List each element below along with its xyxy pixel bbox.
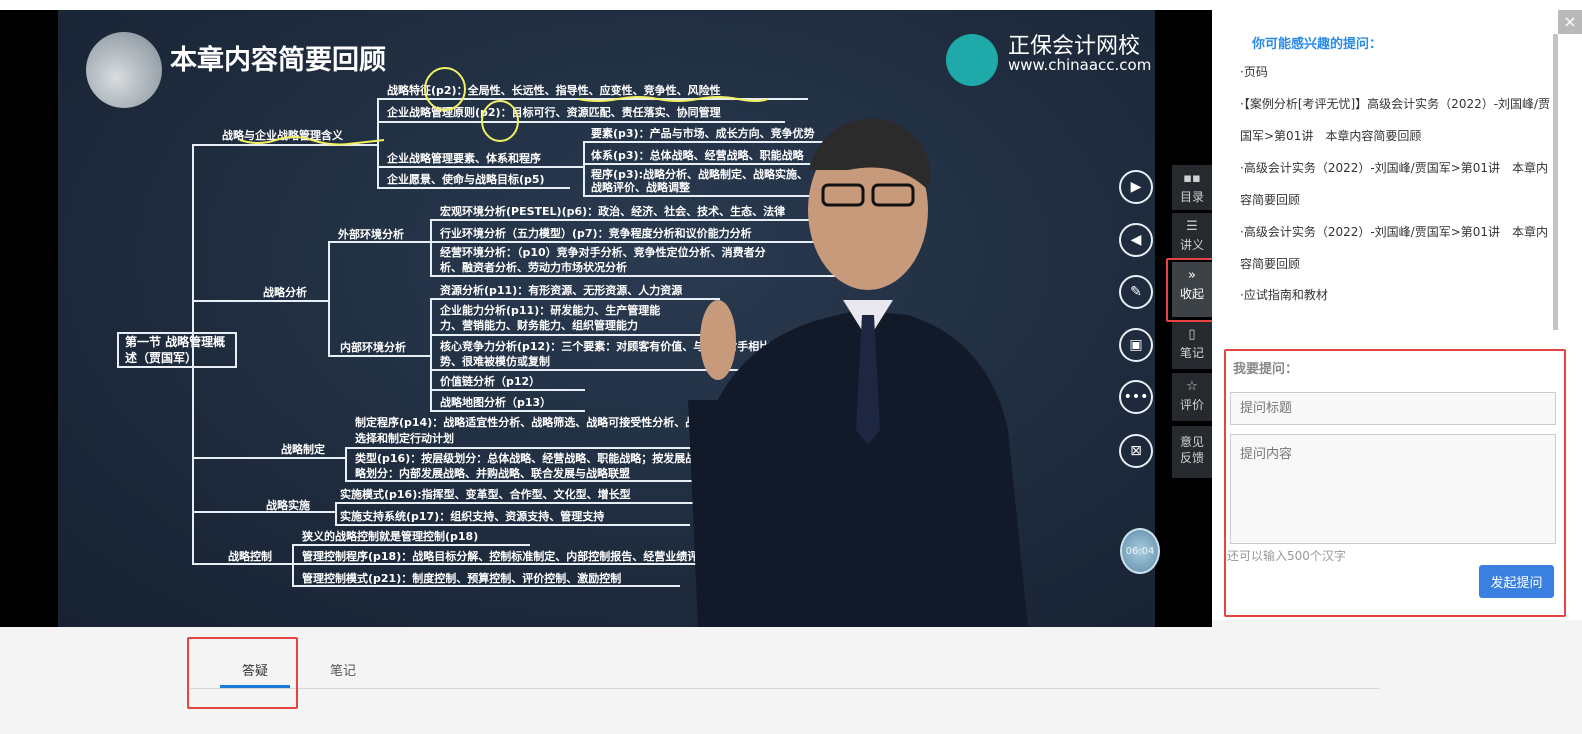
toolbar-catalog[interactable]: ▪▪ 目录: [1172, 165, 1212, 210]
recommend-item[interactable]: ·页码: [1240, 56, 1552, 88]
top-strip: [0, 0, 1582, 10]
toolbar-feedback[interactable]: 意见反馈: [1172, 426, 1212, 478]
playback-timer: 06:04: [1120, 528, 1160, 574]
star-icon: ☆: [1186, 379, 1198, 394]
tab-notes[interactable]: 笔记: [330, 660, 356, 679]
question-content-textarea[interactable]: [1230, 434, 1556, 544]
recommend-title: 你可能感兴趣的提问：: [1252, 37, 1383, 52]
toolbar-label: 笔记: [1179, 346, 1204, 360]
projector-button[interactable]: ▣: [1119, 328, 1153, 362]
toolbar-label: 评价: [1179, 398, 1204, 412]
notebook-icon: ▯: [1188, 327, 1196, 342]
panel-scrollbar[interactable]: [1553, 34, 1558, 330]
projector-icon: ▣: [1129, 337, 1143, 353]
toolbar-rate[interactable]: ☆ 评价: [1172, 373, 1212, 421]
char-remaining: 还可以输入500个汉字: [1227, 549, 1346, 563]
toolbar-label: 目录: [1179, 190, 1204, 204]
video-player[interactable]: 本章内容简要回顾 正保会计网校 www.chinaacc.com 第一节 战略管…: [0, 10, 1212, 627]
previous-button[interactable]: ◀: [1119, 223, 1153, 257]
draw-pen-button[interactable]: ✎: [1119, 275, 1153, 309]
list-icon: ☰: [1186, 219, 1198, 234]
close-icon: ×: [1563, 12, 1577, 31]
recommend-item[interactable]: ·应试指南和教材: [1240, 279, 1552, 311]
toolbar-label: 意见反馈: [1179, 435, 1204, 465]
toolbar-label: 讲义: [1179, 238, 1204, 252]
highlight-box-tab: [187, 637, 298, 709]
submit-question-button[interactable]: 发起提问: [1479, 565, 1554, 598]
play-icon: ▶: [1130, 179, 1142, 195]
previous-icon: ◀: [1130, 232, 1142, 248]
panel-close-button[interactable]: ×: [1558, 10, 1582, 34]
close-screen-button[interactable]: ⊠: [1119, 434, 1153, 468]
lecture-slide: 本章内容简要回顾 正保会计网校 www.chinaacc.com 第一节 战略管…: [58, 10, 1155, 627]
recommend-item[interactable]: ·高级会计实务（2022）-刘国峰/贾国军>第01讲 本章内容简要回顾: [1240, 216, 1552, 280]
screen-close-icon: ⊠: [1130, 443, 1142, 459]
tab-bar: 答疑 笔记: [190, 627, 1380, 689]
toolbar-notes[interactable]: ▯ 笔记: [1172, 321, 1212, 369]
more-icon: •••: [1123, 389, 1149, 405]
grid-icon: ▪▪: [1183, 171, 1201, 186]
presenter-figure: [688, 118, 1028, 627]
play-next-button[interactable]: ▶: [1119, 170, 1153, 204]
pen-icon: ✎: [1130, 284, 1142, 300]
recommend-item[interactable]: ·高级会计实务（2022）-刘国峰/贾国军>第01讲 本章内容简要回顾: [1240, 152, 1552, 216]
more-button[interactable]: •••: [1119, 380, 1153, 414]
toolbar-handout[interactable]: ☰ 讲义: [1172, 213, 1212, 259]
question-title-input[interactable]: [1230, 392, 1556, 425]
highlight-box-collapse: [1166, 258, 1218, 322]
ask-label: 我要提问：: [1233, 362, 1299, 377]
recommend-item[interactable]: ·【案例分析[考评无忧]】高级会计实务（2022）-刘国峰/贾国军>第01讲 本…: [1240, 88, 1552, 152]
